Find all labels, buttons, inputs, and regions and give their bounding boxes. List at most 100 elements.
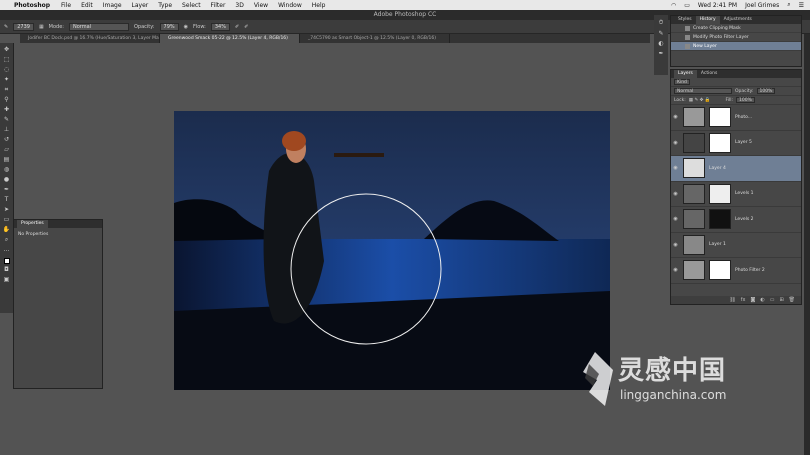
layer-name[interactable]: Levels 2 (735, 217, 754, 222)
layer-thumbnail[interactable] (683, 260, 705, 281)
layer-row[interactable]: ◉ Levels 1 (671, 182, 801, 207)
layer-mask-thumbnail[interactable] (709, 107, 731, 128)
visibility-eye-icon[interactable]: ◉ (671, 267, 680, 273)
brush-presets-icon[interactable]: ✎ (658, 30, 663, 37)
tab-styles[interactable]: Styles (674, 16, 696, 24)
brush-panel-icon[interactable]: ▦ (39, 24, 44, 30)
tab-document-1[interactable]: Jodifer BC Dock.psd @ 16.7% (Hue/Saturat… (20, 34, 160, 43)
adjustments-icon[interactable]: ◐ (658, 40, 663, 47)
paths-icon[interactable]: ✒ (658, 50, 663, 57)
menu-view[interactable]: View (249, 2, 273, 9)
layer-thumbnail[interactable] (683, 107, 705, 128)
type-tool-icon[interactable]: T (2, 196, 11, 204)
pressure-size-icon[interactable]: ✐ (244, 24, 248, 30)
eraser-tool-icon[interactable]: ▱ (2, 146, 11, 154)
hand-tool-icon[interactable]: ✋ (2, 226, 11, 234)
layer-kind-filter[interactable]: Kind (674, 79, 690, 85)
layer-mask-thumbnail[interactable] (709, 209, 731, 230)
layer-mask-thumbnail[interactable] (709, 132, 731, 153)
move-tool-icon[interactable]: ✥ (2, 46, 11, 54)
brush-tool-icon[interactable]: ✎ (4, 24, 8, 30)
history-panel-icon[interactable]: ⏱ (659, 19, 664, 27)
layer-thumbnail[interactable] (683, 183, 705, 204)
history-item-selected[interactable]: New Layer (671, 42, 801, 51)
eyedropper-tool-icon[interactable]: ⚲ (2, 96, 11, 104)
clone-stamp-tool-icon[interactable]: ⊥ (2, 126, 11, 134)
menu-help[interactable]: Help (307, 2, 331, 9)
brush-tool-icon-2[interactable]: ✎ (2, 116, 11, 124)
menu-3d[interactable]: 3D (230, 2, 248, 9)
menu-app-photoshop[interactable]: Photoshop (12, 2, 56, 9)
clock[interactable]: Wed 2:41 PM (698, 2, 737, 9)
pressure-opacity-icon[interactable]: ◉ (184, 24, 188, 30)
spotlight-icon[interactable]: ⌕ (787, 1, 790, 9)
layer-row[interactable]: ◉ Photo Filter 2 (671, 258, 801, 284)
layer-name[interactable]: Layer 1 (709, 242, 726, 247)
crop-tool-icon[interactable]: ⌗ (2, 86, 11, 94)
visibility-eye-icon[interactable]: ◉ (671, 140, 680, 146)
tab-document-2[interactable]: Greenwood Smack 05-22 @ 12.5% (Layer 4, … (160, 34, 300, 43)
history-brush-tool-icon[interactable]: ↺ (2, 136, 11, 144)
visibility-eye-icon[interactable]: ◉ (671, 242, 680, 248)
layer-thumbnail[interactable] (683, 234, 705, 255)
more-tools-icon[interactable]: … (2, 246, 11, 254)
opacity-field[interactable]: 79% (159, 22, 179, 31)
layer-name[interactable]: Photo... (735, 115, 752, 120)
list-icon[interactable]: ☰ (799, 2, 804, 9)
menu-edit[interactable]: Edit (76, 2, 98, 9)
zoom-tool-icon[interactable]: ⌕ (2, 236, 11, 244)
blend-mode-select[interactable]: Normal (674, 88, 732, 94)
trash-icon[interactable]: 🗑 (789, 296, 795, 304)
new-layer-icon[interactable]: ⊞ (779, 296, 783, 304)
history-item[interactable]: Create Clipping Mask (671, 24, 801, 33)
layer-row[interactable]: ◉ Photo... (671, 105, 801, 131)
visibility-eye-icon[interactable]: ◉ (671, 216, 680, 222)
add-mask-icon[interactable]: ◙ (750, 296, 755, 304)
layer-row[interactable]: ◉ Layer 1 (671, 233, 801, 258)
menu-type[interactable]: Type (153, 2, 177, 9)
quick-mask-icon[interactable]: ◘ (2, 266, 11, 274)
menu-filter[interactable]: Filter (206, 2, 231, 9)
brush-size-picker[interactable]: 2739 (13, 22, 34, 31)
layer-name[interactable]: Levels 1 (735, 191, 754, 196)
document-canvas[interactable] (174, 111, 610, 390)
battery-icon[interactable]: ▭ (684, 2, 690, 9)
menu-image[interactable]: Image (98, 2, 127, 9)
group-icon[interactable]: ▭ (770, 296, 775, 304)
user-name[interactable]: Joel Grimes (745, 2, 779, 9)
flow-field[interactable]: 34% (210, 22, 230, 31)
mode-select[interactable]: Normal (68, 22, 129, 31)
layer-name[interactable]: Layer 4 (709, 166, 726, 171)
wifi-icon[interactable]: ◠ (671, 2, 676, 9)
fx-icon[interactable]: fx (741, 296, 746, 304)
layer-opacity-field[interactable]: 100% (756, 88, 776, 94)
menu-select[interactable]: Select (177, 2, 206, 9)
layer-row[interactable]: ◉ Levels 2 (671, 207, 801, 233)
healing-tool-icon[interactable]: ✚ (2, 106, 11, 114)
visibility-eye-icon[interactable]: ◉ (671, 191, 680, 197)
lock-icons[interactable]: ▦ ✎ ✥ 🔒 (689, 98, 711, 103)
fill-field[interactable]: 100% (736, 97, 755, 103)
dodge-tool-icon[interactable]: ● (2, 176, 11, 184)
airbrush-icon[interactable]: ✐ (235, 24, 239, 30)
blur-tool-icon[interactable]: ◍ (2, 166, 11, 174)
shape-tool-icon[interactable]: ▭ (2, 216, 11, 224)
layer-name[interactable]: Layer 5 (735, 140, 752, 145)
link-layers-icon[interactable]: ⛓ (729, 296, 735, 304)
tab-adjustments[interactable]: Adjustments (720, 16, 756, 24)
adjustment-layer-icon[interactable]: ◐ (760, 296, 764, 304)
layer-mask-thumbnail[interactable] (709, 260, 731, 281)
layer-row[interactable]: ◉ Layer 5 (671, 131, 801, 156)
pen-tool-icon[interactable]: ✒ (2, 186, 11, 194)
menu-window[interactable]: Window (273, 2, 307, 9)
history-item[interactable]: Modify Photo Filter Layer (671, 33, 801, 42)
layer-mask-thumbnail[interactable] (709, 183, 731, 204)
foreground-color-swatch[interactable] (3, 258, 10, 264)
visibility-eye-icon[interactable]: ◉ (671, 114, 680, 120)
menu-file[interactable]: File (56, 2, 76, 9)
screen-mode-icon[interactable]: ▣ (2, 276, 11, 284)
visibility-eye-icon[interactable]: ◉ (671, 165, 680, 171)
tab-history[interactable]: History (695, 16, 720, 24)
tab-document-3[interactable]: _74C5790 as Smart Object-1 @ 12.5% (Laye… (300, 34, 450, 43)
tab-actions[interactable]: Actions (697, 70, 721, 78)
